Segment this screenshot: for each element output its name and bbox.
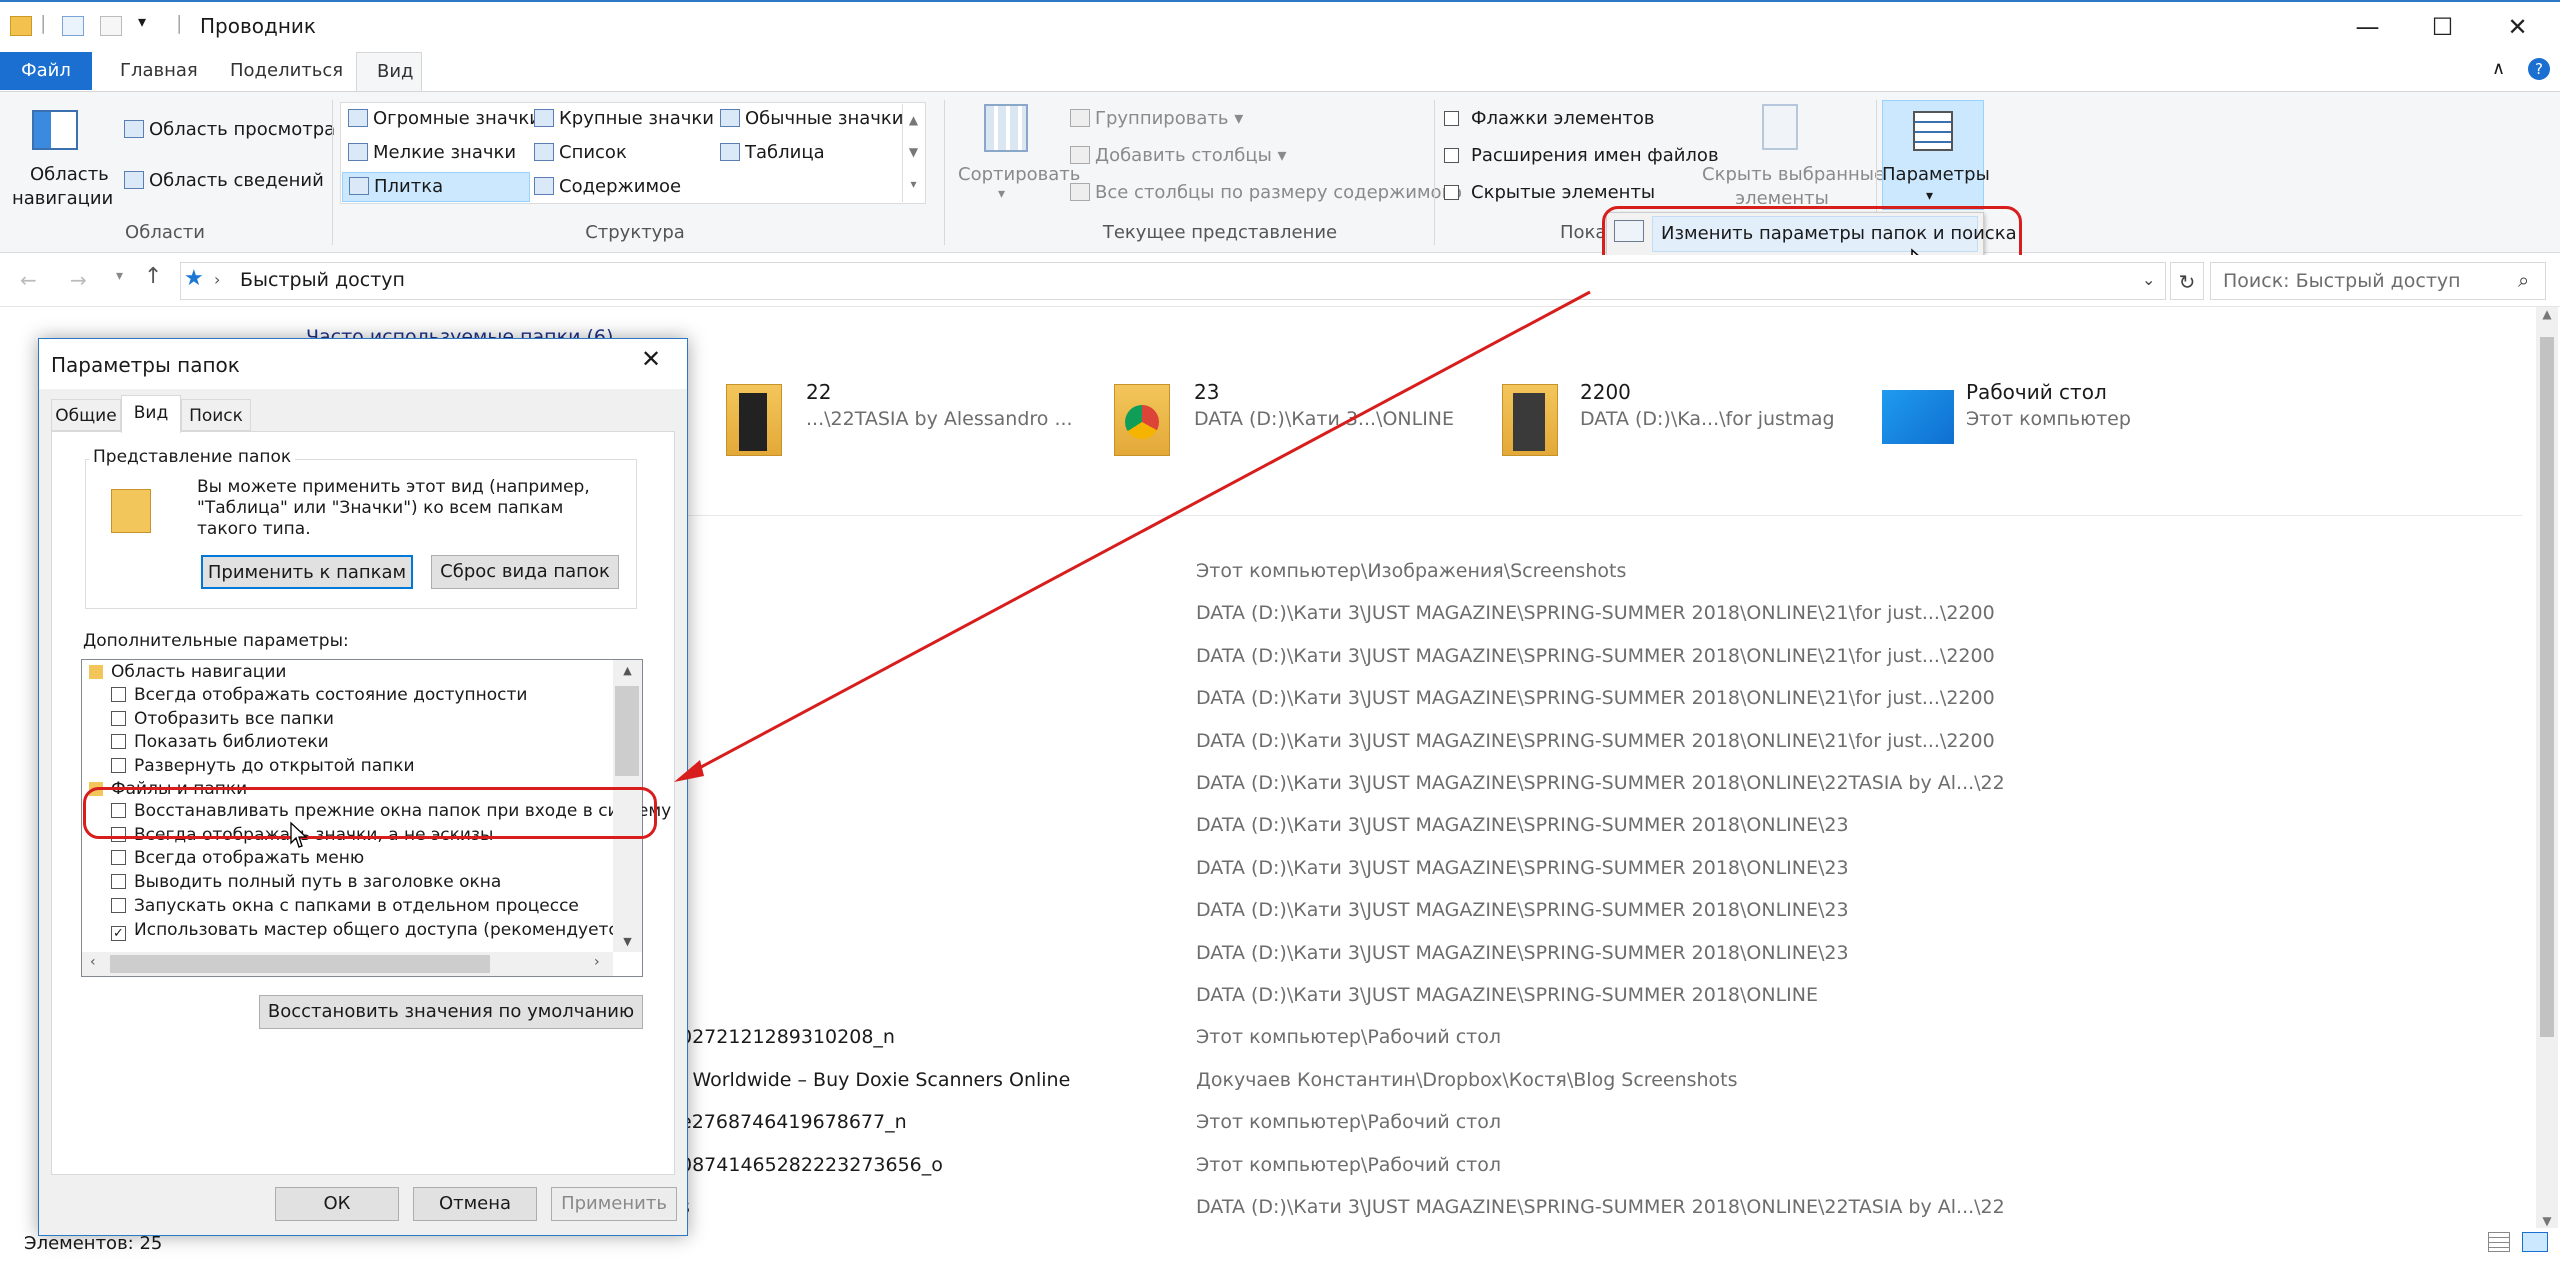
annotation-arrow xyxy=(674,290,1591,782)
tab-view[interactable]: Вид xyxy=(121,395,181,433)
